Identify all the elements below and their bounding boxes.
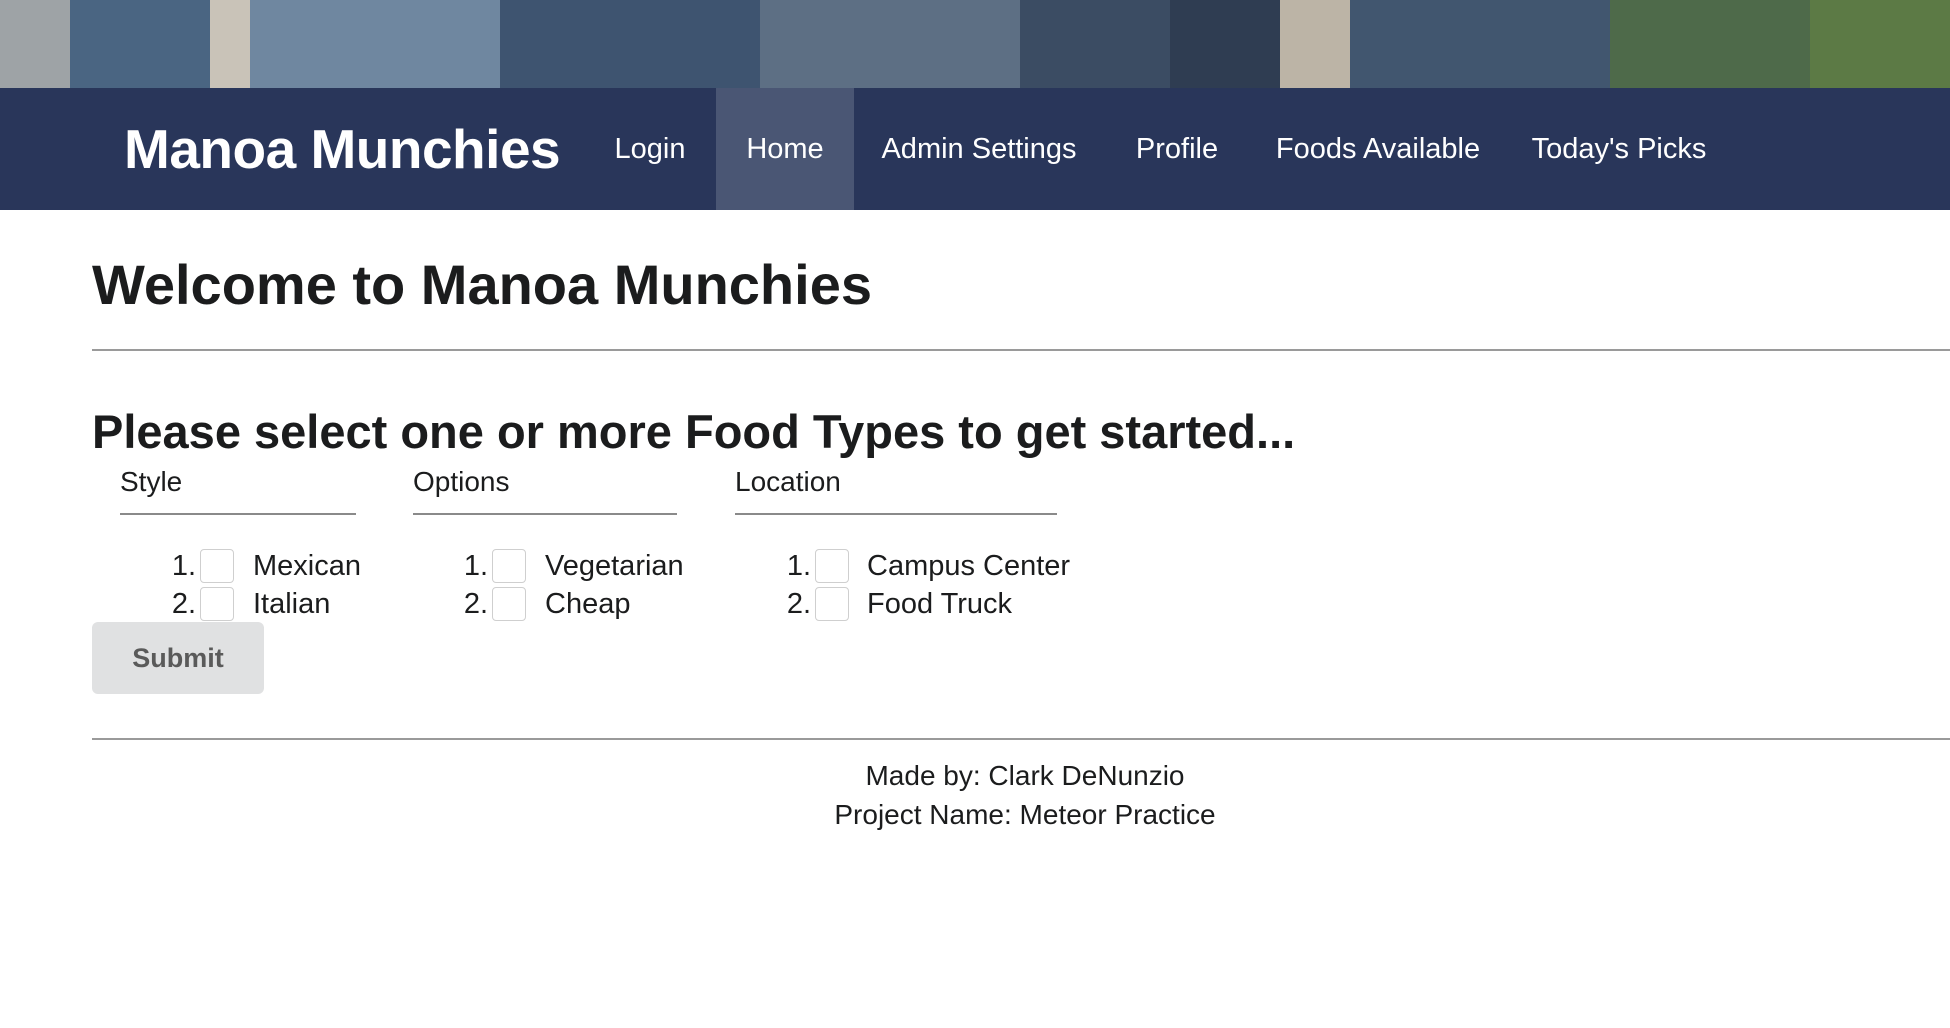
option-label-campus-center: Campus Center [867,550,1071,582]
group-header-options: Options [413,466,510,497]
option-number: 1. [171,550,196,582]
group-divider [120,513,356,515]
option-label-italian: Italian [253,588,331,620]
footer-project-name: Project Name: Meteor Practice [834,799,1216,830]
checkbox-vegetarian[interactable] [492,549,526,583]
option-number: 2. [171,588,196,620]
nav-todays-picks[interactable]: Today's Picks [1522,88,1716,210]
brand-logo[interactable]: Manoa Munchies [124,88,561,210]
divider [92,349,1950,351]
option-label-food-truck: Food Truck [867,588,1013,620]
banner-image [0,0,1950,88]
checkbox-food-truck[interactable] [815,587,849,621]
option-label-mexican: Mexican [253,550,361,582]
nav-foods-available[interactable]: Foods Available [1264,88,1492,210]
checkbox-cheap[interactable] [492,587,526,621]
option-label-vegetarian: Vegetarian [545,550,684,582]
option-number: 2. [786,588,811,620]
nav-admin-settings[interactable]: Admin Settings [870,88,1088,210]
option-number: 2. [463,588,488,620]
group-header-location: Location [735,466,841,497]
nav-login[interactable]: Login [590,88,710,210]
submit-button[interactable]: Submit [92,622,264,694]
group-divider [735,513,1057,515]
option-label-cheap: Cheap [545,588,631,620]
page-title: Welcome to Manoa Munchies [92,253,872,316]
group-divider [413,513,677,515]
nav-profile[interactable]: Profile [1120,88,1234,210]
checkbox-mexican[interactable] [200,549,234,583]
footer-divider [92,738,1950,740]
option-number: 1. [786,550,811,582]
top-navbar: Manoa Munchies Login Home Admin Settings… [0,88,1950,210]
footer-made-by: Made by: Clark DeNunzio [865,760,1185,791]
group-header-style: Style [120,466,183,497]
option-number: 1. [463,550,488,582]
checkbox-campus-center[interactable] [815,549,849,583]
checkbox-italian[interactable] [200,587,234,621]
nav-home[interactable]: Home [716,88,854,210]
prompt-heading: Please select one or more Food Types to … [92,405,1296,458]
